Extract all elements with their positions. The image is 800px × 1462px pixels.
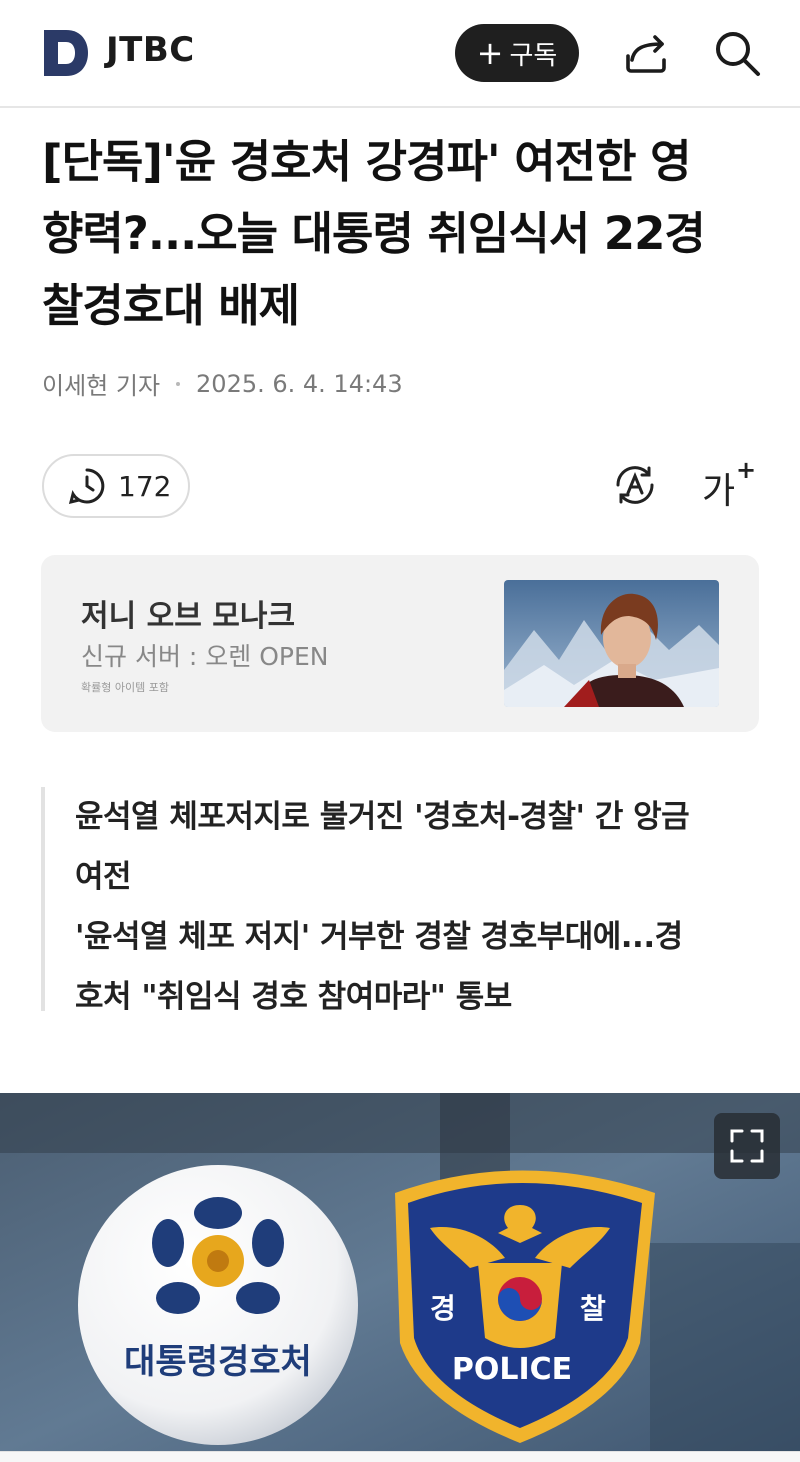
search-icon[interactable]: [712, 28, 762, 78]
ad-subtitle: 신규 서버 : 오렌 OPEN: [81, 642, 329, 671]
brand-name[interactable]: JTBC: [106, 30, 195, 70]
separator-dot: [176, 381, 181, 386]
subscribe-label: 구독: [509, 40, 558, 71]
headline-line: 찰경호대 배제: [42, 279, 300, 332]
ad-banner[interactable]: 저니 오브 모나크 신규 서버 : 오렌 OPEN 확률형 아이템 포함: [41, 555, 759, 732]
plus-icon: +: [736, 456, 757, 484]
comment-button[interactable]: 172: [42, 454, 190, 518]
related-articles: 윤석열 체포저지로 불거진 '경호처-경찰' 간 앙금 여전 '윤석열 체포 저…: [41, 787, 761, 1015]
share-icon[interactable]: [622, 30, 670, 78]
article-byline: 이세현 기자 2025. 6. 4. 14:43: [42, 366, 403, 401]
article-headline: [단독]'윤 경호처 강경파' 여전한 영 향력?...오늘 대통령 취임식서 …: [42, 126, 772, 342]
divider: [0, 1451, 800, 1462]
headline-line: [단독]'윤 경호처 강경파' 여전한 영: [42, 135, 692, 188]
emblem-text: 대통령경호처: [124, 1342, 312, 1382]
publish-datetime: 2025. 6. 4. 14:43: [196, 369, 403, 398]
related-link[interactable]: 여전: [75, 847, 761, 907]
jtbc-logo-icon[interactable]: [42, 28, 90, 78]
ad-disclaimer: 확률형 아이템 포함: [81, 681, 169, 694]
badge-left-text: 경: [430, 1292, 456, 1325]
subscribe-button[interactable]: + 구독: [455, 24, 579, 82]
plus-icon: +: [476, 34, 504, 72]
reporter-name[interactable]: 이세현 기자: [42, 366, 160, 401]
font-size-label: 가: [702, 471, 736, 512]
ad-title: 저니 오브 모나크: [81, 599, 296, 634]
comment-count: 172: [118, 469, 172, 503]
related-link[interactable]: 호처 "취임식 경호 참여마라" 통보: [75, 967, 761, 1027]
ad-image: [504, 580, 719, 707]
badge-right-text: 찰: [580, 1292, 606, 1325]
related-link[interactable]: 윤석열 체포저지로 불거진 '경호처-경찰' 간 앙금: [75, 787, 761, 847]
related-link[interactable]: '윤석열 체포 저지' 거부한 경찰 경호부대에...경: [75, 907, 761, 967]
text-to-speech-icon[interactable]: [612, 462, 658, 508]
comment-clock-icon: [68, 468, 105, 505]
headline-line: 향력?...오늘 대통령 취임식서 22경: [42, 207, 706, 260]
fullscreen-icon[interactable]: [714, 1113, 780, 1179]
font-size-button[interactable]: 가 +: [702, 456, 756, 512]
article-photo[interactable]: 대통령경호처 경 찰 POLICE: [0, 1093, 800, 1451]
app-header: JTBC + 구독: [0, 0, 800, 108]
police-text: POLICE: [452, 1352, 572, 1387]
